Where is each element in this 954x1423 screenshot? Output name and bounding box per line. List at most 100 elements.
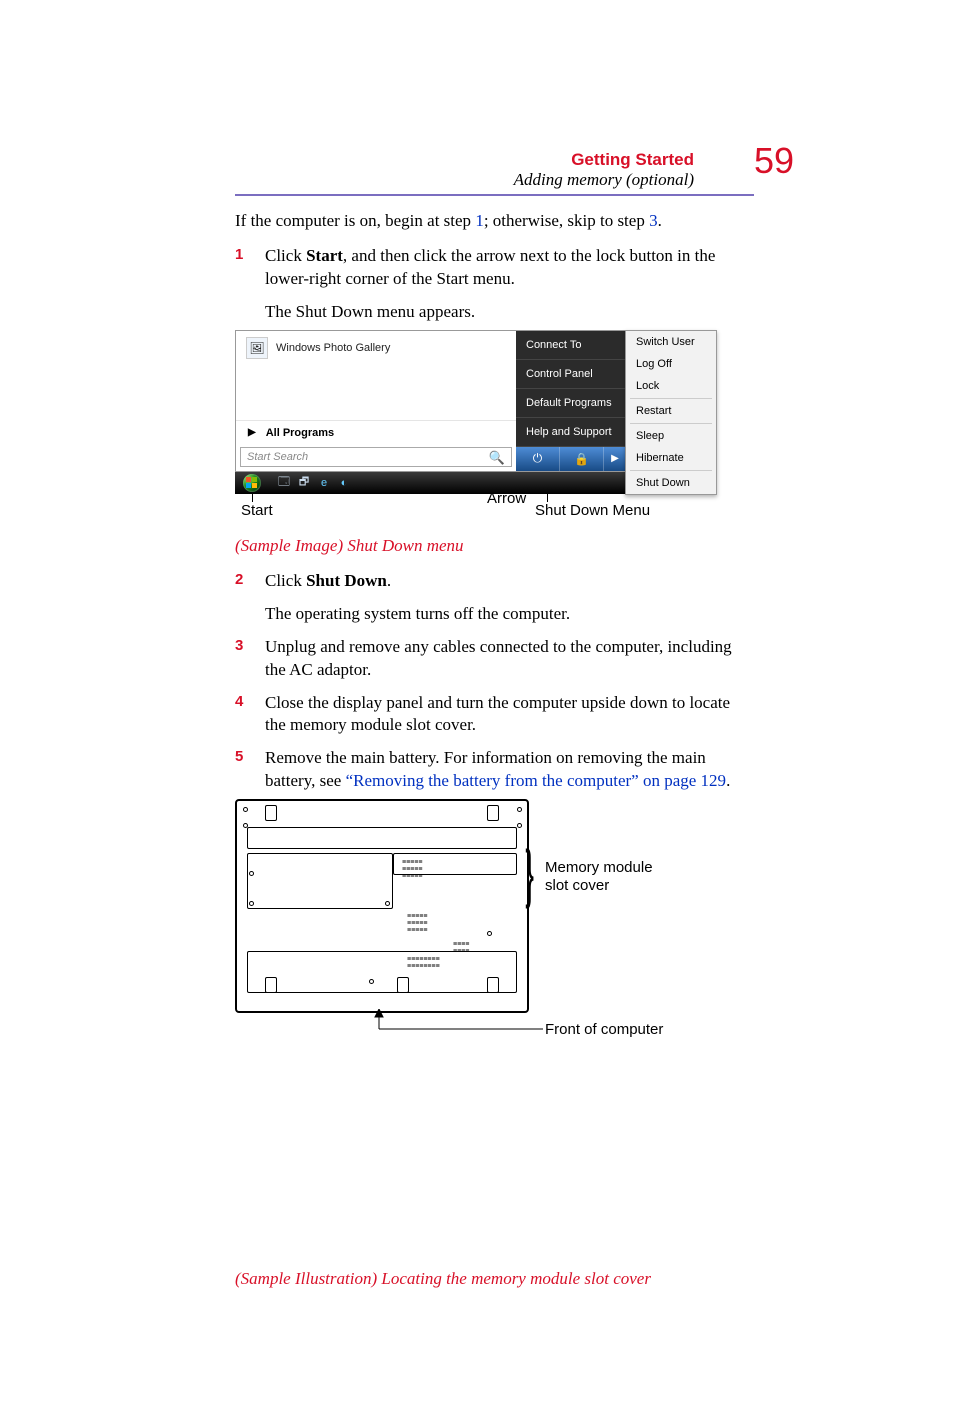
power-buttons-row: ⏻ 🔒 ▶ xyxy=(516,447,626,471)
manual-page: Getting Started Adding memory (optional)… xyxy=(0,0,954,1423)
search-placeholder: Start Search xyxy=(241,448,483,466)
step-3: 3 Unplug and remove any cables connected… xyxy=(235,636,754,682)
step-5-post: . xyxy=(726,771,730,790)
vent-hatch: ≡≡≡≡≡ ≡≡≡≡≡ ≡≡≡≡≡ xyxy=(407,913,427,934)
show-desktop-icon[interactable]: 🗔 xyxy=(277,476,291,490)
power-button[interactable]: ⏻ xyxy=(516,447,559,471)
figure-laptop-bottom: ≡≡≡≡≡ ≡≡≡≡≡ ≡≡≡≡≡ ≡≡≡≡≡ ≡≡≡≡≡ ≡≡≡≡≡ ≡≡≡≡… xyxy=(235,799,655,1263)
step-1: 1 Click Start, and then click the arrow … xyxy=(235,245,754,324)
lock-button[interactable]: 🔒 xyxy=(559,447,603,471)
program-item-photo-gallery[interactable]: 🖼 Windows Photo Gallery xyxy=(236,331,516,365)
brace-icon: } xyxy=(525,841,534,905)
link-control-panel[interactable]: Control Panel xyxy=(516,360,626,389)
switch-windows-icon[interactable]: 🗗 xyxy=(297,476,311,490)
media-icon[interactable]: ◐ xyxy=(337,476,351,490)
chevron-right-icon: ▶ xyxy=(248,427,256,438)
screw-icon xyxy=(243,807,248,812)
shutdown-arrow-button[interactable]: ▶ xyxy=(603,447,626,471)
intro-mid: ; otherwise, skip to step xyxy=(484,211,649,230)
page-number: 59 xyxy=(754,140,794,182)
step-content: Remove the main battery. For information… xyxy=(265,747,754,793)
search-icon: 🔍 xyxy=(483,448,511,466)
laptop-bottom-outline: ≡≡≡≡≡ ≡≡≡≡≡ ≡≡≡≡≡ ≡≡≡≡≡ ≡≡≡≡≡ ≡≡≡≡≡ ≡≡≡≡… xyxy=(235,799,529,1013)
latch-icon xyxy=(265,805,277,821)
cross-reference-link[interactable]: “Removing the battery from the computer”… xyxy=(346,771,727,790)
browser-icon[interactable]: e xyxy=(317,476,331,490)
step-number: 2 xyxy=(235,570,265,626)
battery-door-outline xyxy=(247,827,517,849)
latch-icon xyxy=(397,977,409,993)
vent-hatch: ≡≡≡≡ ≡≡≡≡ xyxy=(453,941,469,955)
start-menu: 🖼 Windows Photo Gallery ▶ All Programs S… xyxy=(235,330,627,472)
quick-launch: 🗔 🗗 e ◐ xyxy=(269,476,351,490)
latch-icon xyxy=(487,805,499,821)
start-menu-right-pane: Connect To Control Panel Default Program… xyxy=(516,331,626,471)
start-button[interactable] xyxy=(235,472,269,494)
step-content: Click Start, and then click the arrow ne… xyxy=(265,245,754,324)
step-number: 1 xyxy=(235,245,265,324)
menu-sleep[interactable]: Sleep xyxy=(626,425,716,447)
memory-slot-cover xyxy=(247,853,393,909)
chapter-title: Getting Started xyxy=(235,150,694,170)
screw-icon xyxy=(517,823,522,828)
step-content: Close the display panel and turn the com… xyxy=(265,692,754,738)
screw-icon xyxy=(487,931,492,936)
figure-shutdown-menu: 🖼 Windows Photo Gallery ▶ All Programs S… xyxy=(235,330,655,530)
front-arrow-icon xyxy=(373,1009,553,1035)
windows-logo-icon xyxy=(243,474,261,492)
vent-hatch: ≡≡≡≡≡≡≡≡ ≡≡≡≡≡≡≡≡ xyxy=(407,956,440,970)
menu-shut-down[interactable]: Shut Down xyxy=(626,472,716,494)
figure-2-caption: (Sample Illustration) Locating the memor… xyxy=(235,1269,754,1289)
chevron-right-icon: ▶ xyxy=(611,453,619,464)
screw-icon xyxy=(517,807,522,812)
link-default-programs[interactable]: Default Programs xyxy=(516,389,626,418)
menu-hibernate[interactable]: Hibernate xyxy=(626,447,716,469)
step-2-post: . xyxy=(387,571,391,590)
step-1-result: The Shut Down menu appears. xyxy=(265,301,754,324)
step-content: Unplug and remove any cables connected t… xyxy=(265,636,754,682)
shutdown-popout-menu: Switch User Log Off Lock Restart Sleep H… xyxy=(625,330,717,495)
step-1-pre: Click xyxy=(265,246,306,265)
start-menu-left-pane: 🖼 Windows Photo Gallery ▶ All Programs S… xyxy=(236,331,516,471)
step-ref-3[interactable]: 3 xyxy=(649,211,658,230)
all-programs[interactable]: ▶ All Programs xyxy=(236,420,516,445)
intro-post: . xyxy=(658,211,662,230)
intro-paragraph: If the computer is on, begin at step 1; … xyxy=(235,210,754,233)
panel-outline xyxy=(247,951,517,993)
step-5: 5 Remove the main battery. For informati… xyxy=(235,747,754,793)
start-menu-spacer xyxy=(236,365,516,420)
figure-1-caption: (Sample Image) Shut Down menu xyxy=(235,536,754,556)
intro-pre: If the computer is on, begin at step xyxy=(235,211,475,230)
label-memory-slot-cover: Memory module slot cover xyxy=(545,859,665,895)
menu-separator xyxy=(630,423,712,424)
menu-switch-user[interactable]: Switch User xyxy=(626,331,716,353)
step-2-pre: Click xyxy=(265,571,306,590)
taskbar: 🗔 🗗 e ◐ xyxy=(235,472,625,494)
menu-separator xyxy=(630,470,712,471)
step-1-bold: Start xyxy=(306,246,343,265)
step-4: 4 Close the display panel and turn the c… xyxy=(235,692,754,738)
menu-separator xyxy=(630,398,712,399)
label-front-of-computer: Front of computer xyxy=(545,1021,663,1039)
step-2-bold: Shut Down xyxy=(306,571,387,590)
menu-lock[interactable]: Lock xyxy=(626,375,716,397)
menu-restart[interactable]: Restart xyxy=(626,400,716,422)
step-ref-1[interactable]: 1 xyxy=(475,211,484,230)
link-connect-to[interactable]: Connect To xyxy=(516,331,626,360)
step-number: 3 xyxy=(235,636,265,682)
step-2-result: The operating system turns off the compu… xyxy=(265,603,754,626)
step-number: 4 xyxy=(235,692,265,738)
link-help-support[interactable]: Help and Support xyxy=(516,418,626,447)
step-2: 2 Click Shut Down. The operating system … xyxy=(235,570,754,626)
start-search-box[interactable]: Start Search 🔍 xyxy=(240,447,512,467)
page-header: Getting Started Adding memory (optional)… xyxy=(235,150,754,196)
step-content: Click Shut Down. The operating system tu… xyxy=(265,570,754,626)
photo-gallery-icon: 🖼 xyxy=(246,337,268,359)
callout-label-start: Start xyxy=(241,502,273,519)
step-number: 5 xyxy=(235,747,265,793)
all-programs-label: All Programs xyxy=(266,427,334,439)
power-icon: ⏻ xyxy=(533,451,543,466)
latch-icon xyxy=(487,977,499,993)
menu-log-off[interactable]: Log Off xyxy=(626,353,716,375)
program-label: Windows Photo Gallery xyxy=(276,342,390,354)
